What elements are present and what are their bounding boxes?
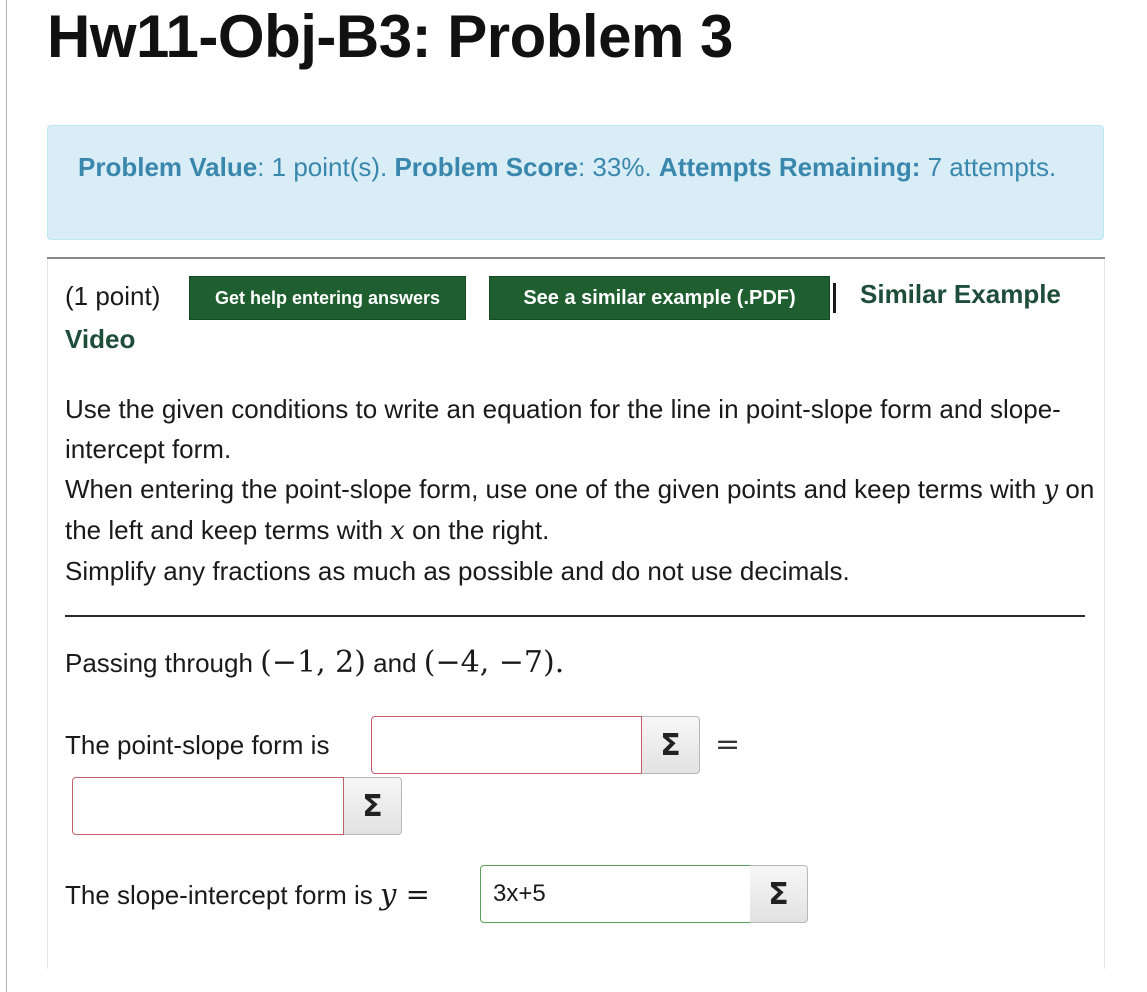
given-points: Passing through (−1, 2) and (−4, −7). [65, 645, 565, 680]
instruction-line: Simplify any fractions as much as possib… [65, 556, 850, 586]
left-border [6, 0, 7, 992]
attempts-label: Attempts Remaining: [658, 152, 921, 182]
problem-panel [47, 259, 1105, 969]
sigma-icon[interactable]: Σ [344, 777, 402, 835]
slope-intercept-input[interactable] [480, 865, 751, 923]
divider [65, 615, 1085, 617]
similar-example-video-link-cont[interactable]: Video [65, 324, 135, 355]
points-label: (1 point) [65, 281, 161, 311]
instruction-line: Use the given conditions to write an equ… [65, 394, 1061, 464]
sigma-icon[interactable]: Σ [642, 716, 700, 774]
point-slope-label: The point-slope form is [65, 730, 330, 760]
help-entering-answers-button[interactable]: Get help entering answers [189, 276, 466, 320]
attempts-remaining: 7 attempts. [920, 152, 1057, 182]
sigma-icon[interactable]: Σ [750, 865, 808, 923]
equals-sign: = [715, 727, 741, 762]
problem-score-label: Problem Score [394, 152, 578, 182]
point-slope-left-input[interactable] [371, 716, 642, 774]
separator [833, 283, 836, 313]
point-slope-right-input[interactable] [72, 777, 344, 835]
point-1: (−1, 2) [260, 645, 366, 680]
problem-value: : 1 point(s). [257, 152, 395, 182]
problem-value-label: Problem Value [78, 152, 258, 182]
point-2: (−4, −7) [423, 645, 555, 680]
similar-example-pdf-button[interactable]: See a similar example (.PDF) [489, 276, 830, 320]
page-title: Hw11-Obj-B3: Problem 3 [47, 3, 733, 70]
slope-intercept-label: The slope-intercept form is y = [65, 877, 430, 911]
instruction-line: When entering the point-slope form, use … [65, 474, 1095, 546]
problem-info-box: Problem Value: 1 point(s). Problem Score… [47, 125, 1104, 240]
problem-instructions: Use the given conditions to write an equ… [65, 389, 1095, 591]
problem-score: : 33%. [577, 152, 659, 182]
similar-example-video-link[interactable]: Similar Example [860, 279, 1061, 310]
